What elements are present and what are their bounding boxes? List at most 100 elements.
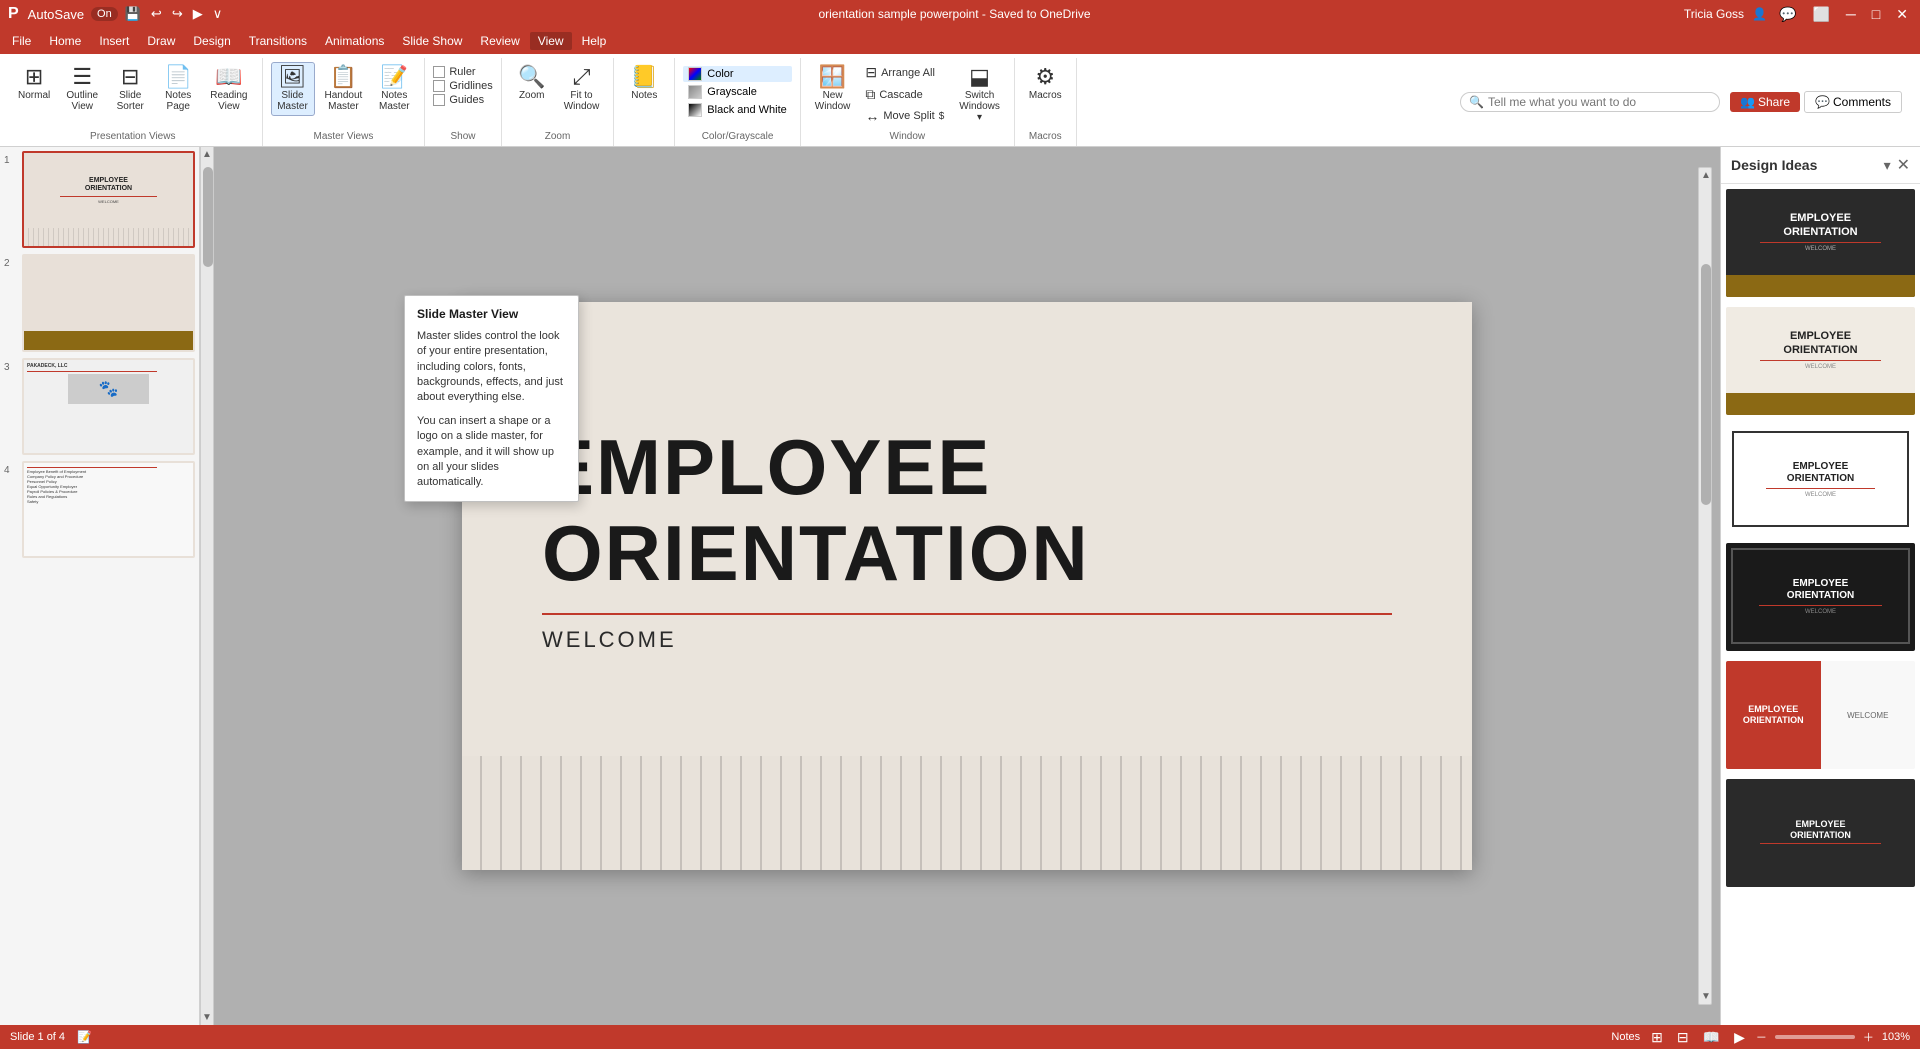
normal-view-button[interactable]: ⊞ Normal (12, 62, 56, 105)
color-buttons: Color Grayscale Black and White (683, 62, 791, 118)
search-box[interactable]: 🔍 (1460, 92, 1720, 112)
design-panel-header: Design Ideas ▾ ✕ (1721, 147, 1920, 184)
thumb3-img: 🐾 (68, 374, 150, 404)
slide-sorter-status-btn[interactable]: ⊟ (1674, 1029, 1692, 1046)
vscroll-track[interactable] (201, 162, 213, 1010)
zoom-button[interactable]: 🔍 Zoom (510, 62, 554, 105)
menu-slideshow[interactable]: Slide Show (394, 32, 470, 50)
new-window-button[interactable]: 🪟 New Window (809, 62, 857, 116)
design-panel-close-button[interactable]: ✕ (1897, 155, 1910, 175)
close-button[interactable]: ✕ (1892, 6, 1912, 23)
idea-5-right: WELCOME (1821, 661, 1916, 769)
ribbon-display[interactable]: ⬜ (1808, 6, 1833, 23)
design-idea-2[interactable]: EMPLOYEEORIENTATION WELCOME (1725, 306, 1916, 416)
vscroll-down[interactable]: ▼ (201, 1010, 213, 1025)
notes-status-label[interactable]: Notes (1611, 1031, 1640, 1043)
ruler-checkbox[interactable]: Ruler (433, 66, 492, 78)
ribbon-group-presentation-views: ⊞ Normal ☰ Outline View ⊟ Slide Sorter 📄… (4, 58, 263, 146)
switch-windows-arrow: ▾ (977, 112, 982, 123)
menu-animations[interactable]: Animations (317, 32, 392, 50)
zoom-slider[interactable] (1775, 1035, 1855, 1039)
undo-button[interactable]: ↩ (148, 4, 165, 24)
slide-thumb-2[interactable]: 2 (4, 254, 195, 351)
slide-main-content: EMPLOYEE ORIENTATION WELCOME (462, 302, 1472, 756)
vscroll-thumb[interactable] (203, 167, 213, 267)
slide-sorter-button[interactable]: ⊟ Slide Sorter (108, 62, 152, 116)
move-split-button[interactable]: ↔ Move Split $ (860, 106, 949, 126)
save-button[interactable]: 💾 (122, 4, 144, 24)
design-idea-4[interactable]: EMPLOYEEORIENTATION WELCOME (1725, 542, 1916, 652)
share-button[interactable]: 👥 Share (1730, 92, 1800, 112)
editor-vscroll[interactable]: ▲ ▼ (1698, 167, 1712, 1005)
comments-panel-button[interactable]: 💬 Comments (1804, 91, 1902, 113)
design-idea-1[interactable]: EMPLOYEEORIENTATION WELCOME (1725, 188, 1916, 298)
slide-master-button[interactable]: 🖼 Slide Master (271, 62, 315, 116)
autosave-state[interactable]: On (91, 7, 118, 21)
panel-vscroll[interactable]: ▲ ▼ (200, 147, 214, 1025)
zoom-plus[interactable]: ＋ (1863, 1029, 1874, 1045)
idea-5-thumb: EMPLOYEEORIENTATION WELCOME (1726, 661, 1915, 769)
design-ideas-panel: Design Ideas ▾ ✕ EMPLOYEEORIENTATION WEL… (1720, 147, 1920, 1025)
slide-thumb-3[interactable]: 3 PAKADECK, LLC 🐾 (4, 358, 195, 455)
handout-master-button[interactable]: 📋 Handout Master (319, 62, 369, 116)
slide-main-title: EMPLOYEE ORIENTATION (542, 425, 1392, 597)
menu-design[interactable]: Design (185, 32, 238, 50)
design-idea-3[interactable]: EMPLOYEEORIENTATION WELCOME (1725, 424, 1916, 534)
cascade-button[interactable]: ⧉ Cascade (860, 84, 949, 105)
slide-thumb-1[interactable]: 1 EMPLOYEEORIENTATION WELCOME (4, 151, 195, 248)
menu-draw[interactable]: Draw (139, 32, 183, 50)
notes-master-button[interactable]: 📝 Notes Master (372, 62, 416, 116)
gridlines-checkbox[interactable]: Gridlines (433, 80, 492, 92)
slideshow-status-btn[interactable]: ▶ (1731, 1029, 1748, 1046)
switch-windows-button[interactable]: ⬓ Switch Windows ▾ (953, 62, 1006, 127)
menu-review[interactable]: Review (472, 32, 527, 50)
menu-view[interactable]: View (530, 32, 572, 50)
slide-editor[interactable]: Slide Master View Master slides control … (214, 147, 1720, 1025)
design-idea-6[interactable]: EMPLOYEEORIENTATION (1725, 778, 1916, 888)
autosave-toggle[interactable]: AutoSave (25, 5, 87, 24)
notes-button[interactable]: 📒 Notes (622, 62, 666, 105)
normal-view-status-btn[interactable]: ⊞ (1648, 1029, 1666, 1046)
minimize-button[interactable]: ─ (1842, 6, 1860, 22)
slide-num-3: 3 (4, 358, 16, 373)
reading-view-status-btn[interactable]: 📖 (1700, 1029, 1723, 1046)
idea-3-content: EMPLOYEEORIENTATION WELCOME (1734, 433, 1907, 525)
comments-label: Comments (1833, 95, 1891, 109)
design-panel-dropdown[interactable]: ▾ (1884, 157, 1891, 174)
fit-to-window-button[interactable]: ⤢ Fit to Window (558, 62, 606, 116)
thumb1-floor (24, 228, 193, 247)
restore-button[interactable]: □ (1868, 6, 1884, 22)
present-button[interactable]: ▶ (190, 4, 206, 24)
redo-button[interactable]: ↪ (169, 4, 186, 24)
ribbon-group-show: Ruler Gridlines Guides Show (425, 58, 501, 146)
menu-home[interactable]: Home (41, 32, 89, 50)
outline-view-button[interactable]: ☰ Outline View (60, 62, 104, 116)
editor-vscroll-thumb[interactable] (1701, 264, 1711, 506)
black-white-button[interactable]: Black and White (683, 102, 791, 118)
menu-insert[interactable]: Insert (91, 32, 137, 50)
slide-subtitle: WELCOME (542, 627, 1392, 653)
slide-canvas[interactable]: EMPLOYEE ORIENTATION WELCOME (462, 302, 1472, 870)
slide-inner-2 (24, 256, 193, 349)
menu-file[interactable]: File (4, 32, 39, 50)
slide-thumb-4[interactable]: 4 Employee Benefit of Employment Company… (4, 461, 195, 558)
guides-checkbox[interactable]: Guides (433, 94, 492, 106)
vscroll-up[interactable]: ▲ (201, 147, 213, 162)
menu-transitions[interactable]: Transitions (241, 32, 315, 50)
reading-view-button[interactable]: 📖 Reading View (204, 62, 253, 116)
menu-help[interactable]: Help (574, 32, 615, 50)
arrange-all-button[interactable]: ⊟ Arrange All (860, 62, 949, 83)
editor-vscroll-track[interactable] (1699, 183, 1711, 989)
more-qat[interactable]: ∨ (210, 4, 226, 24)
editor-vscroll-down[interactable]: ▼ (1699, 989, 1711, 1004)
comments-button[interactable]: 💬 (1775, 6, 1800, 23)
notes-page-button[interactable]: 📄 Notes Page (156, 62, 200, 116)
grayscale-button[interactable]: Grayscale (683, 84, 791, 100)
search-input[interactable] (1488, 95, 1688, 109)
editor-vscroll-up[interactable]: ▲ (1699, 168, 1711, 183)
color-button[interactable]: Color (683, 66, 791, 82)
slide-master-label2: Master (277, 101, 308, 112)
design-idea-5[interactable]: EMPLOYEEORIENTATION WELCOME (1725, 660, 1916, 770)
macros-button[interactable]: ⚙ Macros (1023, 62, 1068, 105)
zoom-minus[interactable]: － (1756, 1029, 1767, 1045)
